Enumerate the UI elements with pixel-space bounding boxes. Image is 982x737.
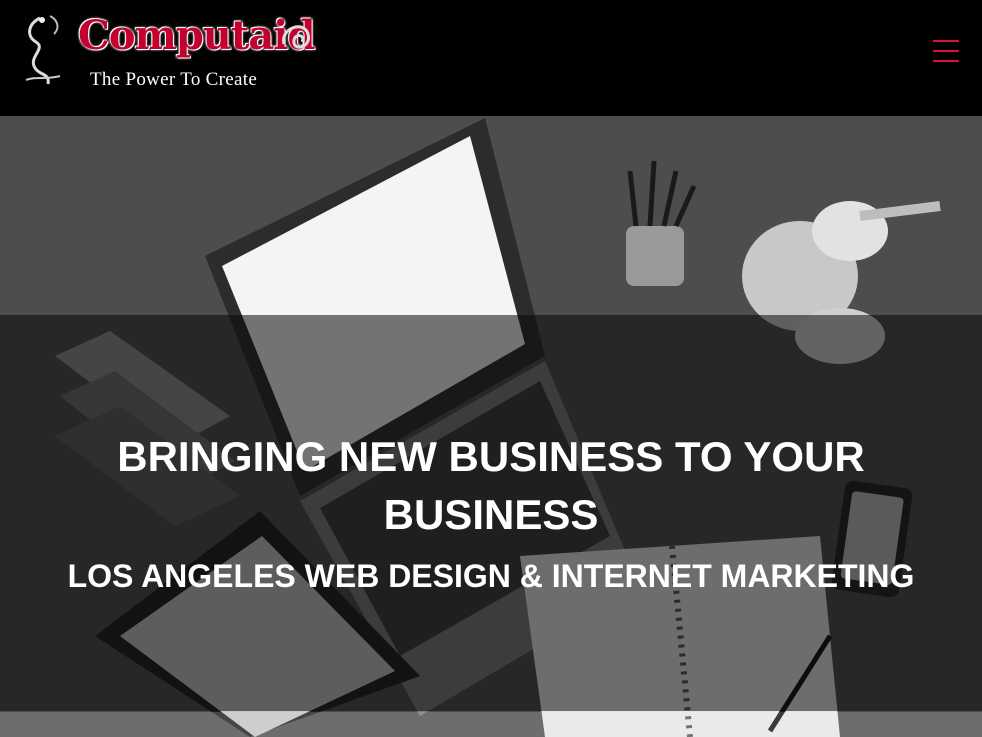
- hero-heading: BRINGING NEW BUSINESS TO YOUR BUSINESS: [117, 433, 865, 538]
- logo-flourish-icon: [282, 25, 310, 49]
- logo[interactable]: Computaid The Power To Create: [20, 6, 330, 96]
- menu-line: [933, 40, 959, 42]
- hero-bottom-strip: [0, 712, 982, 737]
- hamburger-menu-icon[interactable]: [933, 40, 959, 62]
- hero-section: BRINGING NEW BUSINESS TO YOUR BUSINESS L…: [0, 116, 982, 737]
- hero-subheading: LOS ANGELES WEB DESIGN & INTERNET MARKET…: [67, 558, 915, 594]
- logo-tagline: The Power To Create: [90, 69, 258, 90]
- menu-line: [933, 60, 959, 62]
- menu-line: [933, 50, 959, 52]
- site-header: Computaid The Power To Create: [0, 0, 982, 116]
